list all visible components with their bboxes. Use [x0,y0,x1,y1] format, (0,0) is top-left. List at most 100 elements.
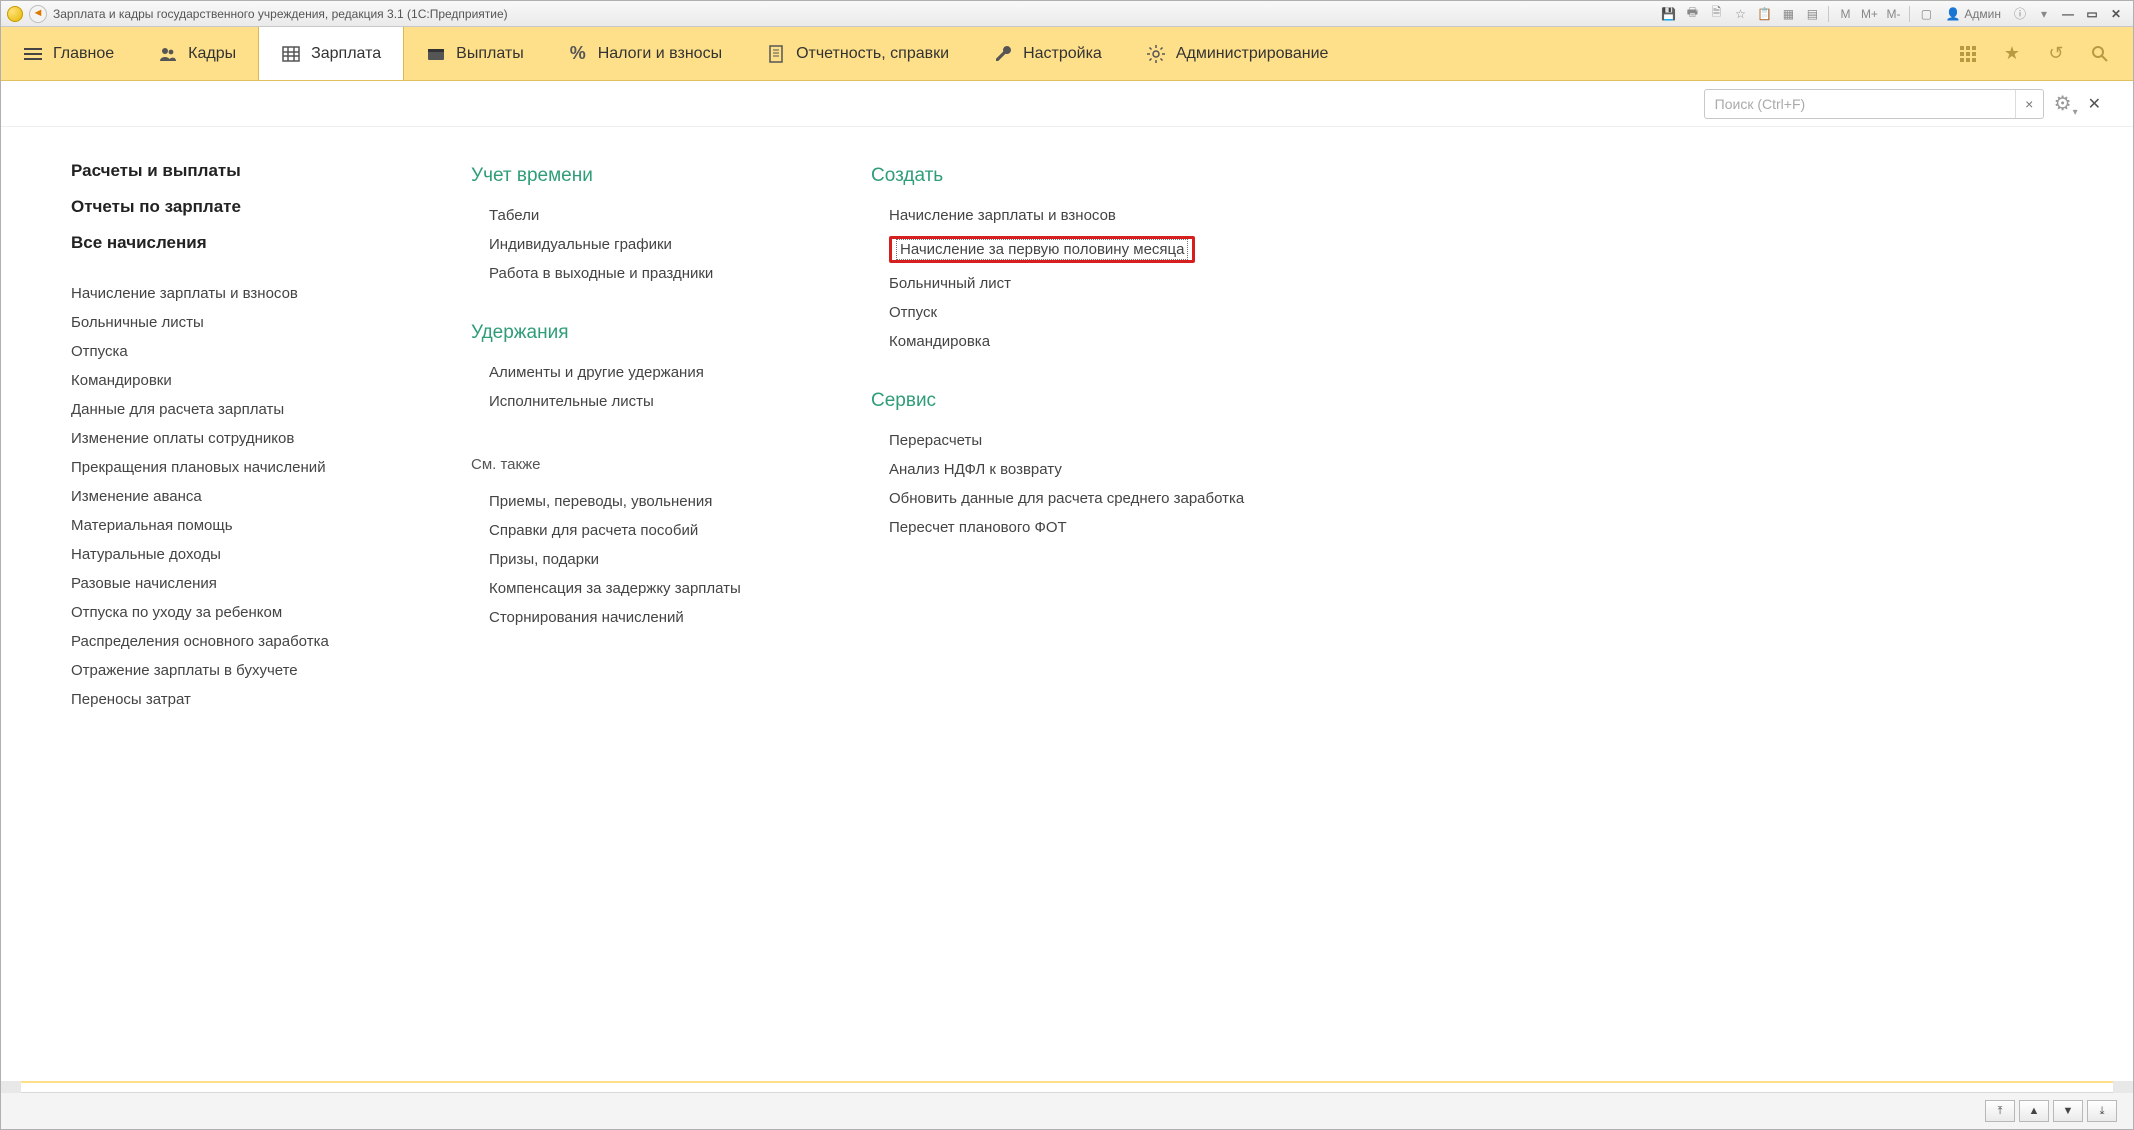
user-icon: 👤 [1945,7,1960,21]
clipboard-icon[interactable]: 📋 [1753,4,1775,24]
nav-taxes[interactable]: % Налоги и взносы [546,27,744,80]
scroll-up-button[interactable]: ▲ [2019,1100,2049,1122]
list-item[interactable]: Данные для расчета зарплаты [71,395,411,424]
apps-grid-icon[interactable] [1957,43,1979,65]
link-salary-reports[interactable]: Отчеты по зарплате [71,189,411,225]
user-menu[interactable]: 👤 Админ [1939,4,2007,24]
nav-label: Главное [53,45,114,63]
section-title-time: Учет времени [471,165,811,187]
calendar-icon[interactable]: ▦ [1777,4,1799,24]
link-calculations-payments[interactable]: Расчеты и выплаты [71,153,411,189]
history-icon[interactable]: ↺ [2045,43,2067,65]
list-item[interactable]: Призы, подарки [471,545,811,574]
list-item[interactable]: Справки для расчета пособий [471,516,811,545]
wallet-icon [426,44,446,64]
nav-label: Отчетность, справки [796,45,949,63]
list-item[interactable]: Отпуска [71,337,411,366]
list-item[interactable]: Начисление зарплаты и взносов [871,201,1291,230]
list-item[interactable]: Табели [471,201,811,230]
maximize-button[interactable]: ▭ [2081,4,2103,24]
nav-label: Налоги и взносы [598,45,722,63]
document-icon[interactable]: 🗎 [1705,4,1727,24]
clear-search-button[interactable]: × [2015,90,2043,118]
section-title-service: Сервис [871,390,1291,412]
print-icon[interactable]: 🖶 [1681,4,1703,24]
list-item[interactable]: Отпуск [871,298,1291,327]
list-item[interactable]: Больничный лист [871,269,1291,298]
panel-icon[interactable]: ▢ [1915,4,1937,24]
percent-icon: % [568,44,588,64]
list-item[interactable]: Разовые начисления [71,569,411,598]
list-item[interactable]: Сторнирования начислений [471,603,811,632]
user-label: Админ [1964,7,2001,21]
list-item[interactable]: Прекращения плановых начислений [71,453,411,482]
list-item[interactable]: Анализ НДФЛ к возврату [871,455,1291,484]
main-nav: Главное Кадры Зарплата Выплаты % Налоги … [1,27,2133,81]
list-item[interactable]: Перерасчеты [871,426,1291,455]
titlebar: ◄ Зарплата и кадры государственного учре… [1,1,2133,27]
settings-gear-icon[interactable]: ⚙ [2054,91,2072,116]
nav-salary[interactable]: Зарплата [258,27,404,80]
list-item[interactable]: Алименты и другие удержания [471,358,811,387]
titlebar-tools: 💾 🖶 🗎 ☆ 📋 ▦ ▤ M M+ M- ▢ 👤 Админ ⓘ ▾ — ▭ … [1657,4,2127,24]
grid-icon[interactable]: ▤ [1801,4,1823,24]
list-item[interactable]: Командировка [871,327,1291,356]
list-item[interactable]: Отпуска по уходу за ребенком [71,598,411,627]
save-icon[interactable]: 💾 [1657,4,1679,24]
gear-icon [1146,44,1166,64]
star-icon[interactable]: ★ [2001,43,2023,65]
nav-settings[interactable]: Настройка [971,27,1124,80]
see-also-links: Приемы, переводы, увольнения Справки для… [471,487,811,632]
search-icon[interactable] [2089,43,2111,65]
list-item[interactable]: Больничные листы [71,308,411,337]
memory-m-button[interactable]: M [1834,4,1856,24]
table-icon [281,44,301,64]
scroll-bottom-button[interactable]: ⤓ [2087,1100,2117,1122]
nav-admin[interactable]: Администрирование [1124,27,1351,80]
dropdown-icon[interactable]: ▾ [2033,4,2055,24]
list-item[interactable]: Материальная помощь [71,511,411,540]
memory-mminus-button[interactable]: M- [1882,4,1904,24]
list-item-highlighted[interactable]: Начисление за первую половину месяца [871,230,1291,269]
scroll-down-button[interactable]: ▼ [2053,1100,2083,1122]
link-all-accruals[interactable]: Все начисления [71,225,411,261]
nav-label: Настройка [1023,45,1102,63]
scroll-top-button[interactable]: ⤒ [1985,1100,2015,1122]
nav-reports[interactable]: Отчетность, справки [744,27,971,80]
back-arrow-icon[interactable]: ◄ [29,5,47,23]
list-item[interactable]: Индивидуальные графики [471,230,811,259]
deductions-links: Алименты и другие удержания Исполнительн… [471,358,811,416]
close-button[interactable]: ✕ [2105,4,2127,24]
list-item[interactable]: Командировки [71,366,411,395]
list-item[interactable]: Переносы затрат [71,685,411,714]
nav-payments[interactable]: Выплаты [404,27,546,80]
close-panel-button[interactable]: ✕ [2082,90,2107,118]
list-item[interactable]: Отражение зарплаты в бухучете [71,656,411,685]
nav-home[interactable]: Главное [1,27,136,80]
list-item[interactable]: Изменение оплаты сотрудников [71,424,411,453]
list-item[interactable]: Исполнительные листы [471,387,811,416]
app-window: ◄ Зарплата и кадры государственного учре… [0,0,2134,1130]
search-input[interactable] [1705,90,2015,118]
list-item[interactable]: Начисление зарплаты и взносов [71,279,411,308]
list-item[interactable]: Обновить данные для расчета среднего зар… [871,484,1291,513]
list-item[interactable]: Компенсация за задержку зарплаты [471,574,811,603]
nav-staff[interactable]: Кадры [136,27,258,80]
list-item[interactable]: Приемы, переводы, увольнения [471,487,811,516]
wrench-icon [993,44,1013,64]
nav-label: Выплаты [456,45,524,63]
list-item[interactable]: Распределения основного заработка [71,627,411,656]
memory-mplus-button[interactable]: M+ [1858,4,1880,24]
nav-label: Кадры [188,45,236,63]
list-item[interactable]: Натуральные доходы [71,540,411,569]
info-icon[interactable]: ⓘ [2009,4,2031,24]
minimize-button[interactable]: — [2057,4,2079,24]
list-item[interactable]: Изменение аванса [71,482,411,511]
list-item[interactable]: Пересчет планового ФОТ [871,513,1291,542]
app-logo-icon [7,6,23,22]
column-create: Создать Начисление зарплаты и взносов На… [871,153,1291,714]
list-item[interactable]: Работа в выходные и праздники [471,259,811,288]
favorite-icon[interactable]: ☆ [1729,4,1751,24]
separator [1909,6,1910,22]
highlighted-link-text: Начисление за первую половину месяца [896,239,1188,260]
